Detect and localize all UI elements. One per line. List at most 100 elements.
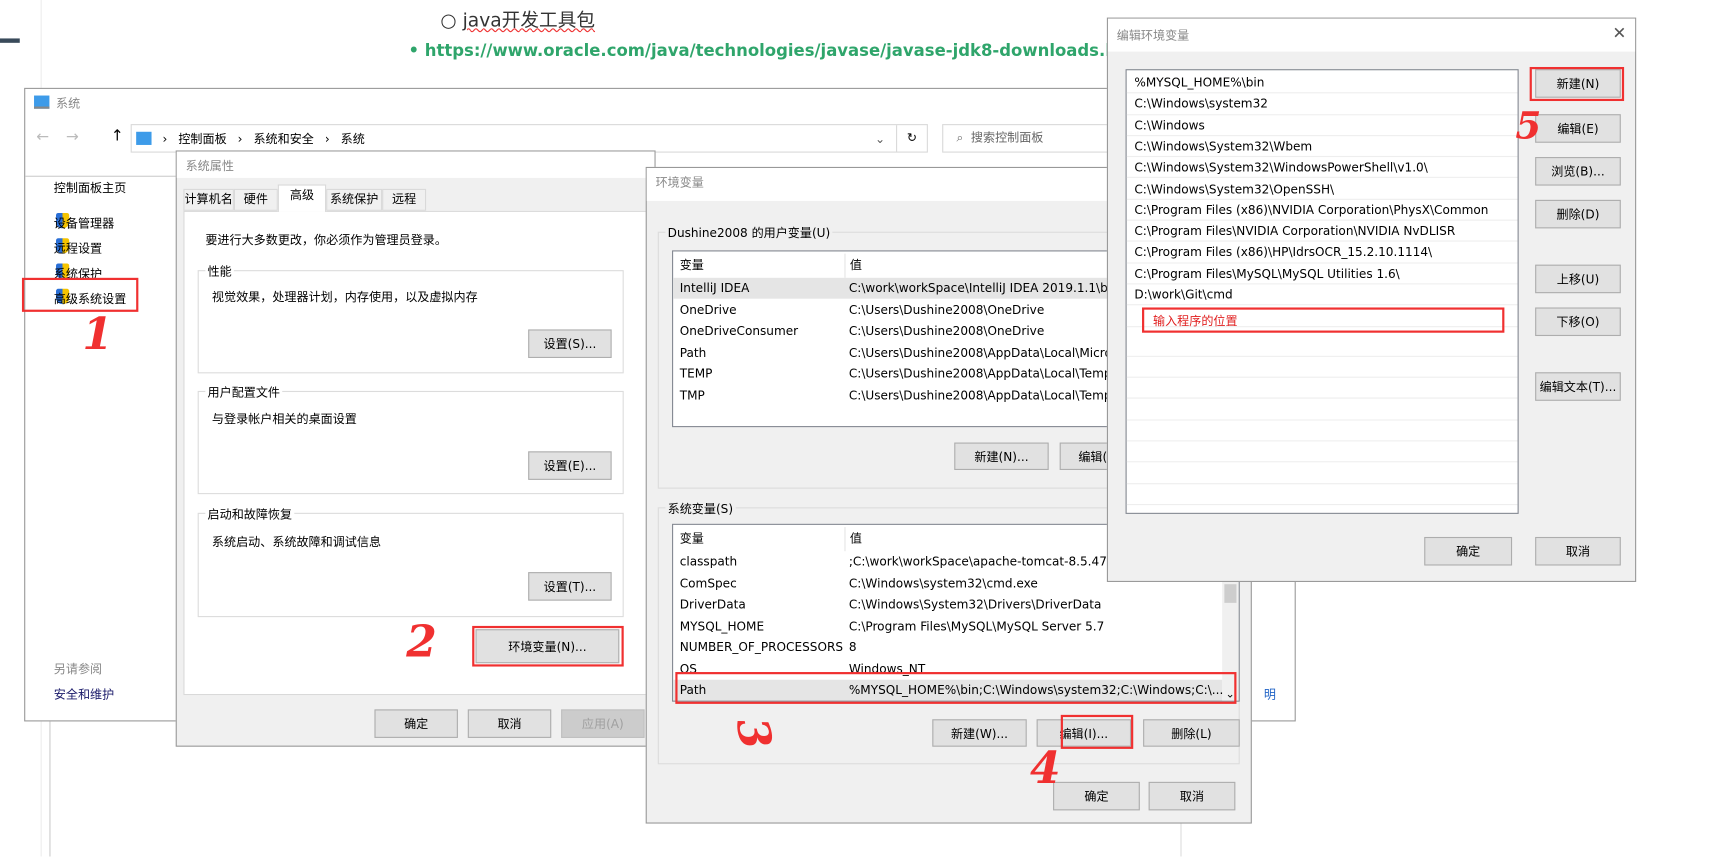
breadcrumb-item[interactable]: 控制面板 — [178, 130, 226, 148]
performance-settings-button[interactable]: 设置(S)... — [528, 329, 612, 358]
doc-line — [49, 719, 51, 857]
list-item[interactable]: C:\Windows\System32\WindowsPowerShell\v1… — [1126, 157, 1518, 179]
admin-notice: 要进行大多数更改，你必须作为管理员登录。 — [205, 232, 447, 248]
dialog-title: 环境变量 — [655, 175, 704, 190]
empty-row — [1126, 378, 1518, 400]
tab-computer-name[interactable]: 计算机名 — [183, 188, 234, 211]
group-description: 系统启动、系统故障和调试信息 — [211, 534, 382, 550]
table-row[interactable]: MYSQL_HOME C:\Program Files\MySQL\MySQL S… — [673, 615, 1222, 636]
edit-environment-variable-dialog: 编辑环境变量 ✕ %MYSQL_HOME%\bin C:\Windows\syst… — [1106, 17, 1637, 582]
variable-name: OneDrive — [679, 302, 737, 317]
system-delete-button[interactable]: 删除(L) — [1143, 719, 1240, 747]
highlight-box-env-button — [472, 625, 624, 667]
chevron-down-icon[interactable]: ⌄ — [875, 131, 885, 145]
variable-name: TMP — [679, 388, 705, 403]
scrollbar-thumb[interactable] — [1224, 584, 1237, 603]
tab-hardware[interactable]: 硬件 — [233, 188, 278, 211]
list-item[interactable]: C:\Windows\System32\OpenSSH\ — [1126, 178, 1518, 200]
doc-sub-bullet-text: java开发工具包 — [462, 9, 596, 32]
list-item[interactable]: C:\Windows\system32 — [1126, 94, 1518, 115]
group-legend: 性能 — [205, 262, 234, 281]
path-entries-list[interactable]: %MYSQL_HOME%\bin C:\Windows\system32 C:\Wi… — [1125, 69, 1519, 514]
refresh-icon[interactable]: ↻ — [896, 125, 927, 152]
security-maintenance-link[interactable]: 安全和维护 — [54, 685, 114, 703]
ok-button[interactable]: 确定 — [374, 709, 458, 738]
table-row[interactable]: NUMBER_OF_PROCESSORS 8 — [673, 637, 1222, 658]
remote-settings-link[interactable]: 远程设置 — [54, 239, 102, 257]
up-button[interactable]: ↑ — [111, 127, 124, 145]
system-new-button[interactable]: 新建(W)... — [932, 719, 1027, 747]
close-icon[interactable]: ✕ — [1612, 23, 1626, 43]
new-entry-hint: 输入程序的位置 — [1142, 307, 1505, 334]
list-item[interactable]: C:\Windows — [1126, 115, 1518, 137]
back-button[interactable]: ← — [36, 128, 49, 146]
edit-ok-button[interactable]: 确定 — [1424, 536, 1513, 566]
list-item[interactable]: C:\Program Files (x86)\NVIDIA Corporatio… — [1126, 200, 1518, 221]
search-placeholder: 搜索控制面板 — [970, 130, 1044, 145]
group-legend: 启动和故障恢复 — [205, 505, 295, 523]
startup-settings-button[interactable]: 设置(T)... — [528, 572, 612, 601]
move-up-button[interactable]: 上移(U) — [1535, 264, 1621, 294]
cancel-button[interactable]: 取消 — [467, 709, 552, 738]
list-item[interactable]: C:\Program Files\NVIDIA Corporation\NVID… — [1126, 221, 1518, 243]
edit-text-button[interactable]: 编辑文本(T)... — [1535, 372, 1621, 401]
computer-icon — [136, 131, 152, 145]
apply-button[interactable]: 应用(A) — [561, 709, 645, 738]
empty-row — [1126, 442, 1518, 463]
jdk-download-link[interactable]: https://www.oracle.com/java/technologies… — [425, 41, 1148, 61]
variable-value: 8 — [848, 640, 857, 655]
move-down-button[interactable]: 下移(O) — [1535, 307, 1621, 337]
variable-name: TEMP — [679, 366, 713, 382]
annotation-1: 1 — [82, 308, 113, 361]
variable-value: C:\Windows\System32\Drivers\DriverData — [848, 597, 1102, 612]
header-variable[interactable]: 变量 — [680, 254, 704, 278]
startup-recovery-group: 启动和故障恢复 系统启动、系统故障和调试信息 — [197, 505, 624, 618]
breadcrumb-sep: › — [324, 131, 330, 146]
control-panel-home-link[interactable]: 控制面板主页 — [54, 179, 126, 197]
empty-row — [1126, 336, 1518, 357]
breadcrumb-item[interactable]: 系统和安全 — [253, 130, 313, 148]
user-profiles-settings-button[interactable]: 设置(E)... — [528, 451, 612, 480]
group-description: 视觉效果，处理器计划，内存使用，以及虚拟内存 — [211, 289, 478, 305]
forward-button[interactable]: → — [66, 128, 79, 146]
browse-button[interactable]: 浏览(B)... — [1535, 157, 1621, 186]
table-row[interactable]: DriverData C:\Windows\System32\Drivers\Dr… — [673, 594, 1222, 615]
highlight-box-edit-button — [1060, 714, 1134, 749]
highlight-box-new-button — [1529, 66, 1625, 102]
header-variable[interactable]: 变量 — [680, 527, 704, 551]
list-item[interactable]: C:\Program Files\MySQL\MySQL Utilities 1… — [1126, 263, 1518, 285]
new-entry-input[interactable]: 输入程序的位置 — [1126, 306, 1518, 334]
dialog-title: 编辑环境变量 — [1116, 28, 1190, 43]
device-manager-link[interactable]: 设备管理器 — [54, 214, 114, 232]
empty-row — [1126, 357, 1518, 378]
edit-cancel-button[interactable]: 取消 — [1535, 536, 1621, 566]
tab-remote[interactable]: 远程 — [382, 188, 427, 211]
empty-row — [1126, 420, 1518, 442]
user-new-button[interactable]: 新建(N)... — [954, 442, 1049, 470]
variable-name: OneDriveConsumer — [679, 323, 799, 339]
empty-row — [1126, 463, 1518, 484]
breadcrumb-sep: › — [237, 131, 243, 146]
breadcrumb-item[interactable]: 系统 — [341, 130, 365, 148]
tab-advanced[interactable]: 高级 — [277, 184, 327, 212]
partial-link[interactable]: 明 — [1264, 685, 1276, 703]
system-icon — [34, 95, 50, 109]
variable-value: C:\Program Files\MySQL\MySQL Server 5.7 — [848, 618, 1105, 634]
edit-button[interactable]: 编辑(E) — [1535, 114, 1621, 143]
list-item[interactable]: C:\Windows\System32\Wbem — [1126, 136, 1518, 158]
env-cancel-button[interactable]: 取消 — [1148, 781, 1236, 811]
list-item[interactable]: D:\work\Git\cmd — [1126, 284, 1518, 306]
header-value[interactable]: 值 — [844, 253, 862, 278]
list-item[interactable]: %MYSQL_HOME%\bin — [1126, 72, 1518, 94]
highlight-box-advanced — [21, 277, 139, 312]
breadcrumb-sep: › — [162, 131, 168, 146]
address-bar[interactable]: › 控制面板 › 系统和安全 › 系统 ⌄ ↻ — [130, 124, 928, 153]
delete-button[interactable]: 删除(D) — [1535, 199, 1621, 229]
list-item[interactable]: C:\Program Files (x86)\HP\IdrsOCR_15.2.1… — [1126, 242, 1518, 264]
env-ok-button[interactable]: 确定 — [1053, 781, 1140, 811]
header-value[interactable]: 值 — [844, 527, 862, 552]
tab-system-protection[interactable]: 系统保护 — [326, 188, 383, 211]
variable-value: C:\Users\Dushine2008\AppData\Local\Temp — [848, 366, 1112, 382]
see-also-label: 另请参阅 — [53, 662, 103, 677]
variable-value: C:\work\workSpace\IntelliJ IDEA 2019.1.1… — [848, 281, 1119, 296]
